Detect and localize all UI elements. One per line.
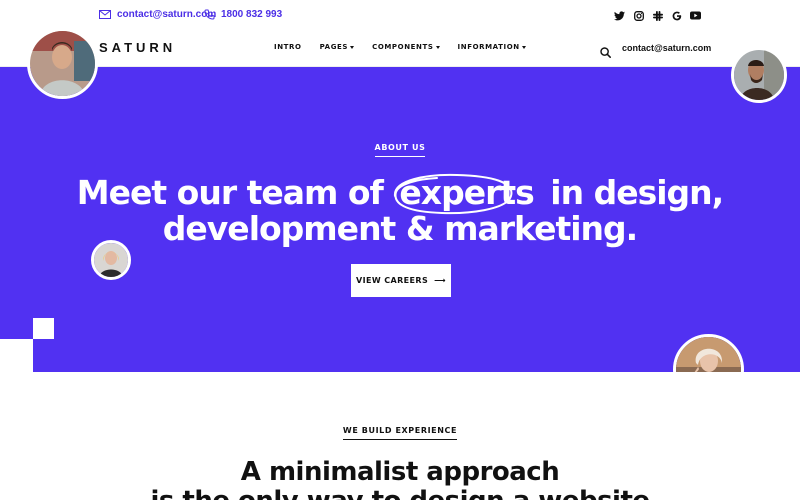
contact-phone-link[interactable]: 1800 832 993 <box>204 9 282 20</box>
view-careers-button[interactable]: VIEW CAREERS ⟶ <box>351 264 451 297</box>
site-logo[interactable]: SATURN <box>99 40 176 55</box>
social-links <box>614 10 701 21</box>
nav-item-information[interactable]: INFORMATION <box>458 43 526 51</box>
instagram-icon[interactable] <box>633 10 644 21</box>
nav-item-label: INTRO <box>274 43 302 51</box>
google-icon[interactable] <box>671 10 682 21</box>
nav-item-intro[interactable]: INTRO <box>274 43 302 51</box>
nav-contact-email[interactable]: contact@saturn.com <box>622 43 711 53</box>
hero-section: ABOUT US Meet our team of experts in des… <box>0 67 800 372</box>
headline-text-b: in design, <box>550 173 724 212</box>
chevron-down-icon <box>435 45 440 49</box>
mail-icon <box>99 10 111 19</box>
nav-item-components[interactable]: COMPONENTS <box>372 43 440 51</box>
about-us-label: ABOUT US <box>374 143 426 157</box>
experience-section: WE BUILD EXPERIENCE A minimalist approac… <box>0 372 800 500</box>
search-icon[interactable] <box>600 43 611 62</box>
decorative-square <box>33 318 54 339</box>
hero-eyebrow: ABOUT US <box>0 143 800 157</box>
we-build-experience-label: WE BUILD EXPERIENCE <box>342 426 458 440</box>
section-headline: A minimalist approach is the only way to… <box>0 458 800 500</box>
hero-headline: Meet our team of experts in design, deve… <box>0 173 800 247</box>
nav-item-label: COMPONENTS <box>372 43 434 51</box>
headline-highlight-word: experts <box>393 173 539 215</box>
top-contact-bar: contact@saturn.com 1800 832 993 <box>0 0 800 33</box>
section-eyebrow: WE BUILD EXPERIENCE <box>0 426 800 440</box>
nav-menu: INTRO PAGES COMPONENTS INFORMATION <box>274 43 526 51</box>
section-headline-line1: A minimalist approach <box>240 457 560 487</box>
contact-email-text: contact@saturn.com <box>117 9 217 20</box>
twitter-icon[interactable] <box>614 10 625 21</box>
chevron-down-icon <box>521 45 526 49</box>
team-avatar <box>27 28 98 99</box>
section-headline-line2: is the only way to design a website <box>0 487 800 500</box>
arrow-right-icon: ⟶ <box>434 276 446 285</box>
slack-icon[interactable] <box>652 10 663 21</box>
hero-corner-notch <box>0 339 33 372</box>
contact-phone-text: 1800 832 993 <box>221 9 283 20</box>
hero-headline-line1: Meet our team of experts in design, <box>0 173 800 215</box>
team-avatar <box>731 47 787 103</box>
main-navbar: SATURN INTRO PAGES COMPONENTS INFORMATIO… <box>0 33 800 67</box>
nav-item-label: INFORMATION <box>457 43 520 51</box>
team-avatar <box>91 240 131 280</box>
phone-icon <box>204 9 215 20</box>
youtube-icon[interactable] <box>690 10 701 21</box>
view-careers-label: VIEW CAREERS <box>356 276 429 285</box>
nav-item-pages[interactable]: PAGES <box>319 43 355 51</box>
nav-item-label: PAGES <box>319 43 349 51</box>
headline-text-a: Meet our team of <box>76 173 384 212</box>
contact-email-link[interactable]: contact@saturn.com <box>99 9 216 20</box>
chevron-down-icon <box>350 45 355 49</box>
scribble-circle-icon <box>394 173 513 215</box>
